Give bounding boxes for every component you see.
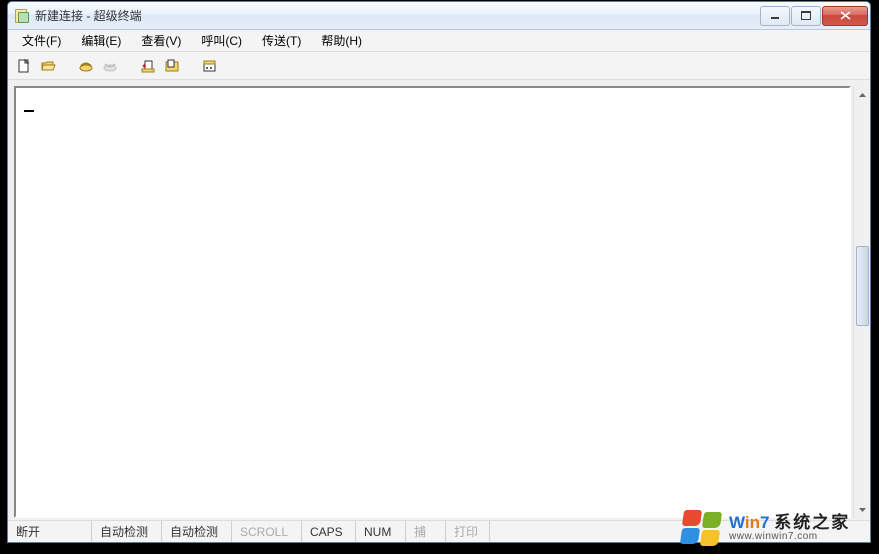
scroll-up-arrow[interactable] bbox=[854, 86, 871, 103]
close-button[interactable] bbox=[822, 6, 868, 26]
app-icon bbox=[14, 8, 30, 24]
menubar: 文件(F) 编辑(E) 查看(V) 呼叫(C) 传送(T) 帮助(H) bbox=[8, 30, 870, 52]
terminal[interactable] bbox=[16, 88, 849, 516]
menu-call[interactable]: 呼叫(C) bbox=[191, 29, 252, 52]
new-file-icon bbox=[16, 58, 32, 74]
app-window: 新建连接 - 超级终端 文件(F) 编辑(E) 查看(V) 呼叫(C) 传送(T… bbox=[7, 1, 871, 543]
chevron-down-icon bbox=[858, 507, 867, 513]
toolbar-receive[interactable] bbox=[162, 56, 182, 76]
toolbar bbox=[8, 52, 870, 80]
toolbar-open[interactable] bbox=[38, 56, 58, 76]
toolbar-send[interactable] bbox=[138, 56, 158, 76]
menu-view[interactable]: 查看(V) bbox=[131, 29, 191, 52]
phone-call-icon bbox=[78, 58, 94, 74]
status-connection: 断开 bbox=[8, 521, 92, 542]
status-num: NUM bbox=[356, 521, 406, 542]
terminal-frame bbox=[14, 86, 851, 518]
send-file-icon bbox=[140, 58, 156, 74]
terminal-cursor bbox=[24, 110, 34, 112]
close-icon bbox=[840, 11, 851, 20]
maximize-icon bbox=[801, 11, 811, 20]
client-area bbox=[8, 80, 870, 520]
menu-help[interactable]: 帮助(H) bbox=[311, 29, 372, 52]
statusbar: 断开 自动检测 自动检测 SCROLL CAPS NUM 捕 打印 bbox=[8, 520, 870, 542]
toolbar-call[interactable] bbox=[76, 56, 96, 76]
vertical-scrollbar[interactable] bbox=[853, 86, 870, 518]
maximize-button[interactable] bbox=[791, 6, 821, 26]
scroll-thumb[interactable] bbox=[856, 246, 869, 326]
menu-file[interactable]: 文件(F) bbox=[12, 29, 71, 52]
window-controls bbox=[759, 6, 868, 26]
toolbar-hangup[interactable] bbox=[100, 56, 120, 76]
status-caps: CAPS bbox=[302, 521, 356, 542]
properties-icon bbox=[202, 58, 218, 74]
window-title: 新建连接 - 超级终端 bbox=[35, 7, 759, 24]
status-autodetect-1: 自动检测 bbox=[92, 521, 162, 542]
status-autodetect-2: 自动检测 bbox=[162, 521, 232, 542]
scroll-down-arrow[interactable] bbox=[854, 501, 871, 518]
menu-edit[interactable]: 编辑(E) bbox=[71, 29, 131, 52]
toolbar-new[interactable] bbox=[14, 56, 34, 76]
status-print: 打印 bbox=[446, 521, 490, 542]
open-folder-icon bbox=[40, 58, 56, 74]
toolbar-separator bbox=[186, 56, 196, 76]
minimize-button[interactable] bbox=[760, 6, 790, 26]
toolbar-properties[interactable] bbox=[200, 56, 220, 76]
minimize-icon bbox=[770, 12, 780, 20]
menu-transfer[interactable]: 传送(T) bbox=[252, 29, 311, 52]
toolbar-separator bbox=[62, 56, 72, 76]
toolbar-separator bbox=[124, 56, 134, 76]
receive-file-icon bbox=[164, 58, 180, 74]
status-capture: 捕 bbox=[406, 521, 446, 542]
chevron-up-icon bbox=[858, 92, 867, 98]
titlebar[interactable]: 新建连接 - 超级终端 bbox=[8, 2, 870, 30]
resize-grip[interactable] bbox=[850, 522, 870, 542]
phone-hangup-icon bbox=[102, 58, 118, 74]
status-scroll: SCROLL bbox=[232, 521, 302, 542]
